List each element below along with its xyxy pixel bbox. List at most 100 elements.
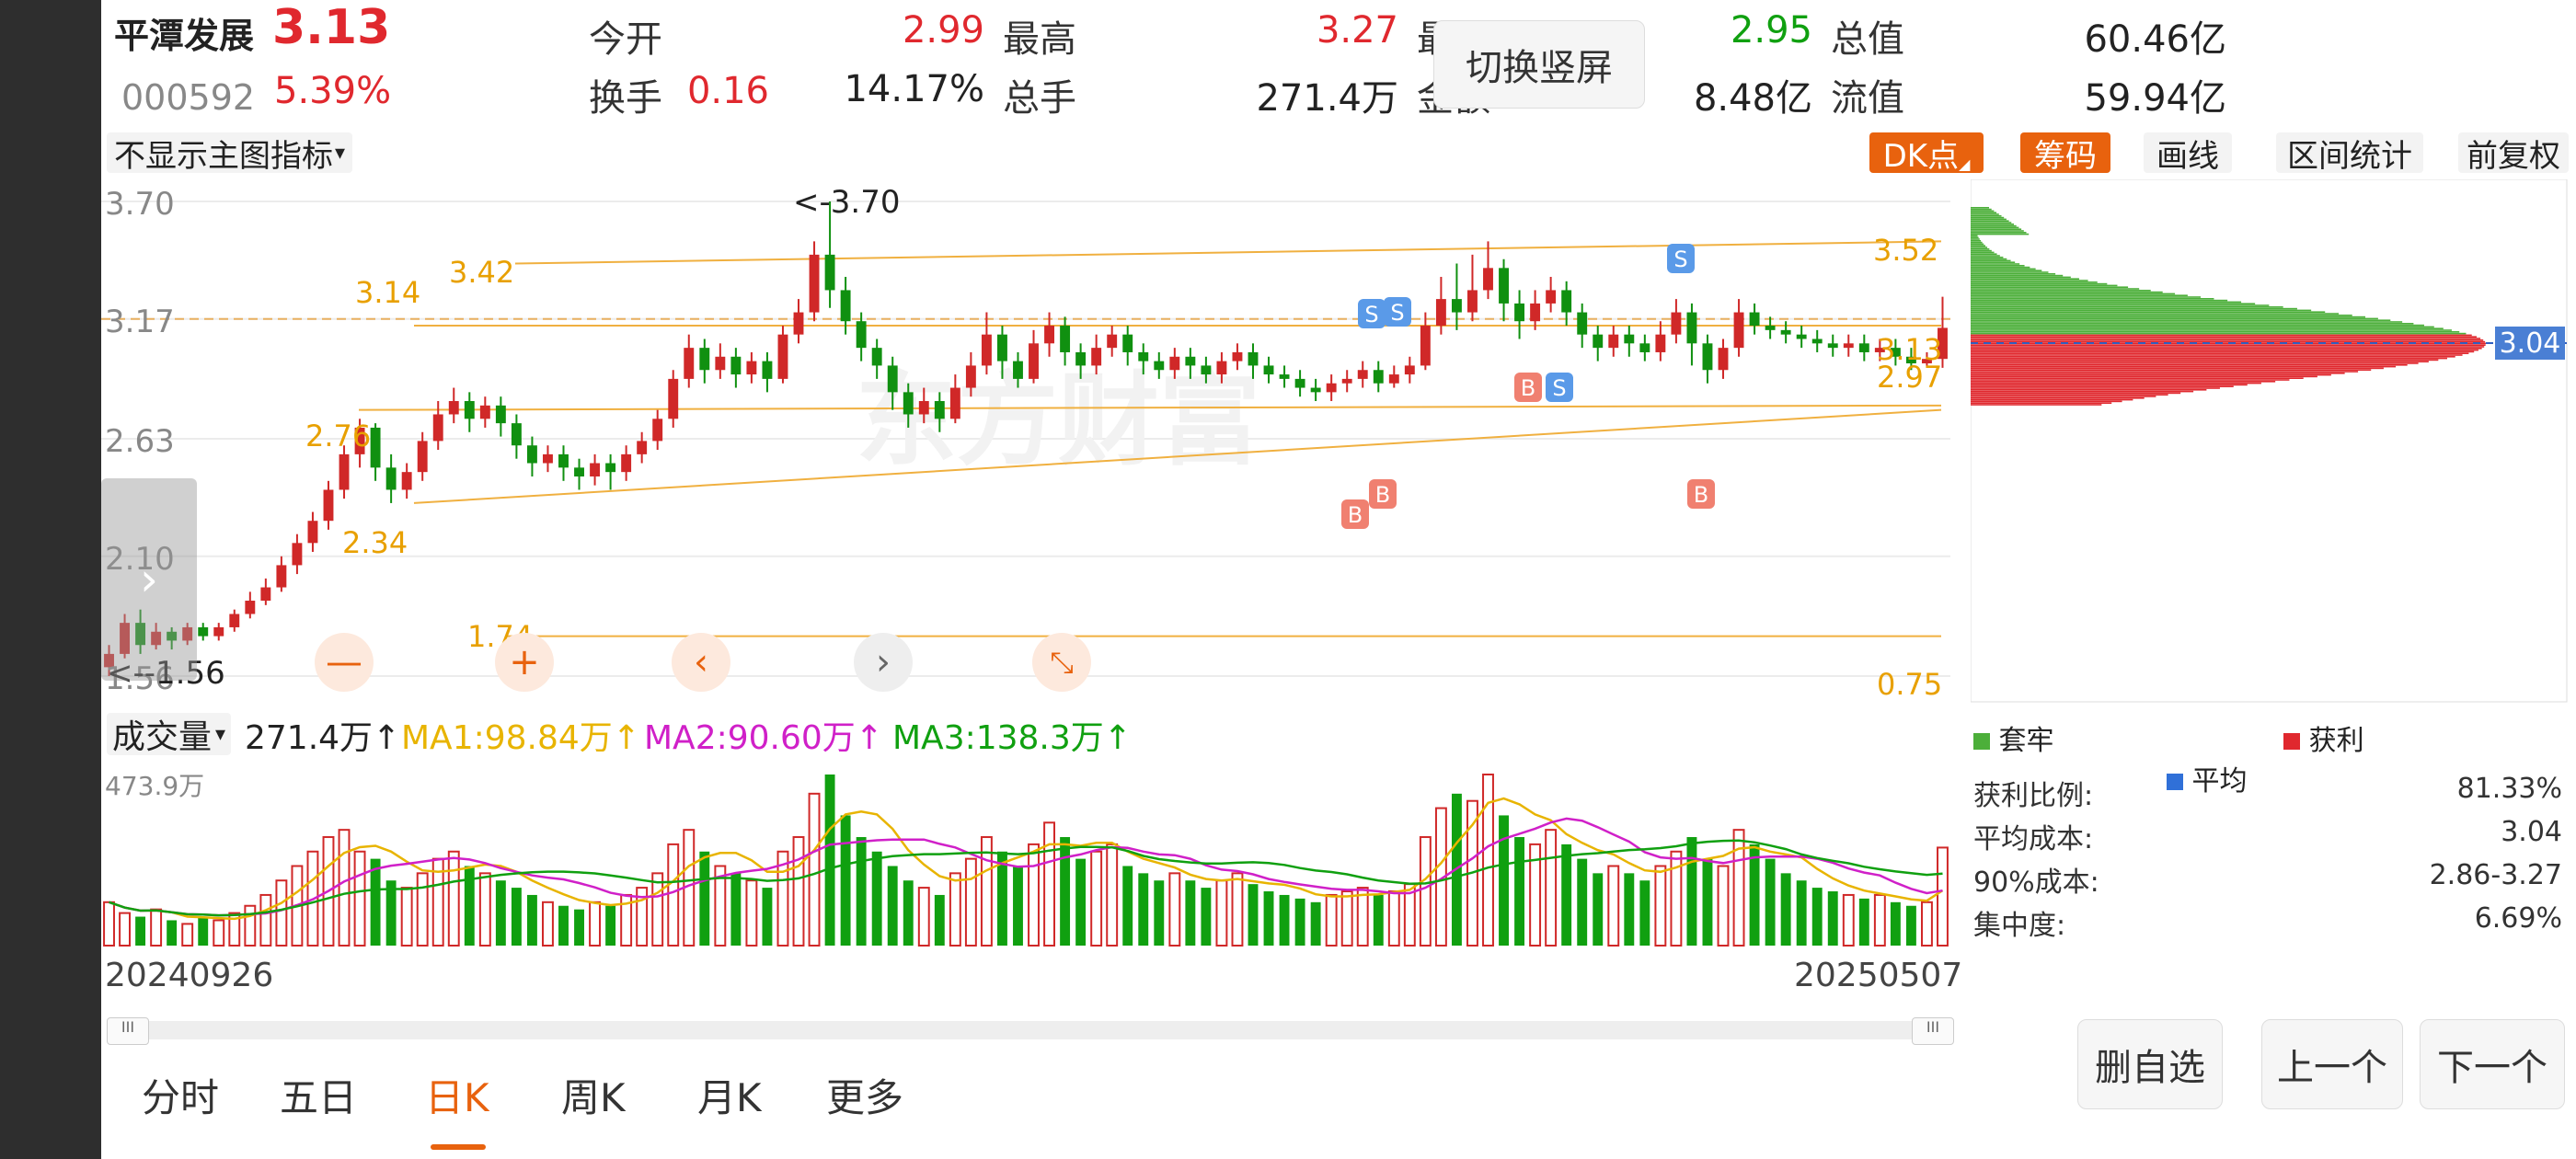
candle-body bbox=[543, 453, 553, 464]
candle-body bbox=[511, 423, 522, 446]
volume-bar bbox=[871, 851, 882, 946]
candle-body bbox=[1733, 312, 1744, 349]
legend-swatch-trapped bbox=[1973, 733, 1990, 750]
volume-bar bbox=[762, 888, 773, 946]
candle bbox=[1060, 316, 1071, 366]
next-stock-button[interactable]: 下一个 bbox=[2420, 1019, 2565, 1109]
chip-bar bbox=[1971, 213, 1999, 215]
candle-body bbox=[260, 587, 271, 602]
chip-bar bbox=[1971, 222, 2012, 224]
chip-stat-label: 集中度: bbox=[1973, 910, 2066, 942]
chip-bar bbox=[1971, 249, 1992, 252]
candle-body bbox=[307, 521, 318, 544]
candle bbox=[307, 511, 318, 552]
scrollbar-left-handle[interactable]: III bbox=[107, 1017, 149, 1045]
candle bbox=[432, 401, 443, 451]
candle-body bbox=[1686, 312, 1697, 344]
candle bbox=[213, 623, 224, 641]
period-tab[interactable]: 分时 bbox=[142, 1067, 219, 1123]
candle-body bbox=[385, 467, 397, 490]
period-tab[interactable]: 周K bbox=[561, 1067, 626, 1123]
candlestick-chart[interactable]: 东方财富 3.703.172.632.101.56 <-3.70<--1.563… bbox=[101, 179, 1960, 704]
candle-body bbox=[432, 414, 443, 442]
candle bbox=[245, 591, 256, 619]
volume-bar bbox=[574, 909, 584, 946]
chip-bar bbox=[1971, 387, 2220, 389]
volume-bar bbox=[1639, 880, 1650, 946]
candle bbox=[1733, 299, 1744, 357]
expand-panel-handle[interactable]: › bbox=[101, 478, 197, 681]
volume-bar bbox=[1060, 837, 1071, 946]
plus-icon: + bbox=[509, 641, 540, 683]
volume-bar bbox=[135, 916, 146, 946]
chip-bar bbox=[1971, 212, 1997, 213]
chip-bar bbox=[1971, 375, 2317, 378]
draw-line-button[interactable]: 画线 bbox=[2144, 132, 2232, 175]
price-annotation: 3.42 bbox=[449, 255, 514, 290]
chip-bar bbox=[1971, 361, 2429, 362]
scrollbar-right-handle[interactable]: III bbox=[1912, 1017, 1954, 1045]
volume-indicator-select[interactable]: 成交量 ▾ bbox=[107, 713, 232, 756]
buy-signal-badge: B bbox=[1369, 479, 1397, 509]
chip-bar bbox=[1971, 329, 2452, 331]
switch-portrait-button[interactable]: 切换竖屏 bbox=[1433, 20, 1645, 109]
candle-body bbox=[1201, 365, 1212, 375]
range-scrollbar[interactable]: III III bbox=[107, 1017, 1954, 1045]
forward-adjust-button[interactable]: 前复权 bbox=[2458, 132, 2569, 175]
candle-body bbox=[417, 441, 428, 473]
candle bbox=[809, 241, 820, 322]
main-indicator-select[interactable]: 不显示主图指标 ▾ bbox=[107, 132, 353, 175]
candle-body bbox=[887, 365, 898, 393]
period-tab[interactable]: 日K bbox=[425, 1067, 489, 1123]
interval-stats-button[interactable]: 区间统计 bbox=[2276, 132, 2423, 175]
quote-value: 271.4万 bbox=[1256, 77, 1398, 120]
delete-watchlist-button[interactable]: 删自选 bbox=[2077, 1019, 2223, 1109]
volume-bar bbox=[1702, 858, 1713, 946]
candle-body bbox=[1091, 348, 1102, 366]
chip-stat-label: 获利比例: bbox=[1973, 780, 2094, 812]
period-tab[interactable]: 更多 bbox=[826, 1067, 903, 1123]
chip-bar bbox=[1971, 400, 2122, 403]
candle-body bbox=[1451, 299, 1462, 313]
candle bbox=[1702, 334, 1713, 384]
chip-bar bbox=[1971, 236, 1979, 238]
zoom-out-button[interactable]: — bbox=[315, 633, 374, 692]
period-tab[interactable]: 五日 bbox=[280, 1067, 357, 1123]
chip-bar bbox=[1971, 224, 2014, 225]
zoom-in-button[interactable]: + bbox=[495, 633, 554, 692]
volume-bar bbox=[651, 872, 664, 947]
price-annotation: 2.34 bbox=[342, 525, 408, 560]
chips-button[interactable]: 筹码 bbox=[2020, 132, 2110, 175]
candle bbox=[1811, 329, 1823, 352]
candle-body bbox=[777, 334, 788, 379]
chip-bar bbox=[1971, 332, 2467, 335]
candle-body bbox=[464, 401, 475, 419]
chip-bar bbox=[1971, 350, 2475, 353]
candle-body bbox=[1326, 383, 1337, 393]
buy-signal-badge: B bbox=[1341, 499, 1369, 529]
pan-left-button[interactable]: ‹ bbox=[672, 633, 730, 692]
reset-zoom-button[interactable]: ⤡ bbox=[1032, 633, 1091, 692]
chip-bar bbox=[1971, 282, 2108, 285]
candle-body bbox=[479, 405, 490, 419]
previous-stock-button[interactable]: 上一个 bbox=[2261, 1019, 2403, 1109]
candle bbox=[715, 343, 726, 379]
volume-ma1: MA1:98.84万↑ bbox=[401, 719, 640, 757]
chip-bar bbox=[1971, 238, 1980, 240]
candle bbox=[1451, 263, 1462, 330]
candle-body bbox=[1169, 356, 1180, 371]
quote-value: 2.99 bbox=[902, 9, 984, 52]
dk-points-button[interactable]: DK点 ◢ bbox=[1869, 132, 1984, 175]
volume-chart[interactable]: 473.9万 bbox=[101, 763, 1960, 947]
volume-bar bbox=[1499, 815, 1509, 946]
chip-bar bbox=[1971, 340, 2486, 343]
stock-code: 000592 bbox=[121, 77, 256, 118]
chip-bar bbox=[1971, 228, 2022, 230]
chip-bar bbox=[1971, 278, 2079, 280]
volume-bar bbox=[1231, 872, 1244, 947]
period-tab[interactable]: 月K bbox=[697, 1067, 762, 1123]
pan-right-button[interactable]: › bbox=[854, 633, 913, 692]
volume-bar bbox=[1248, 884, 1259, 946]
volume-bar bbox=[1356, 887, 1369, 947]
candle-body bbox=[1718, 348, 1729, 371]
